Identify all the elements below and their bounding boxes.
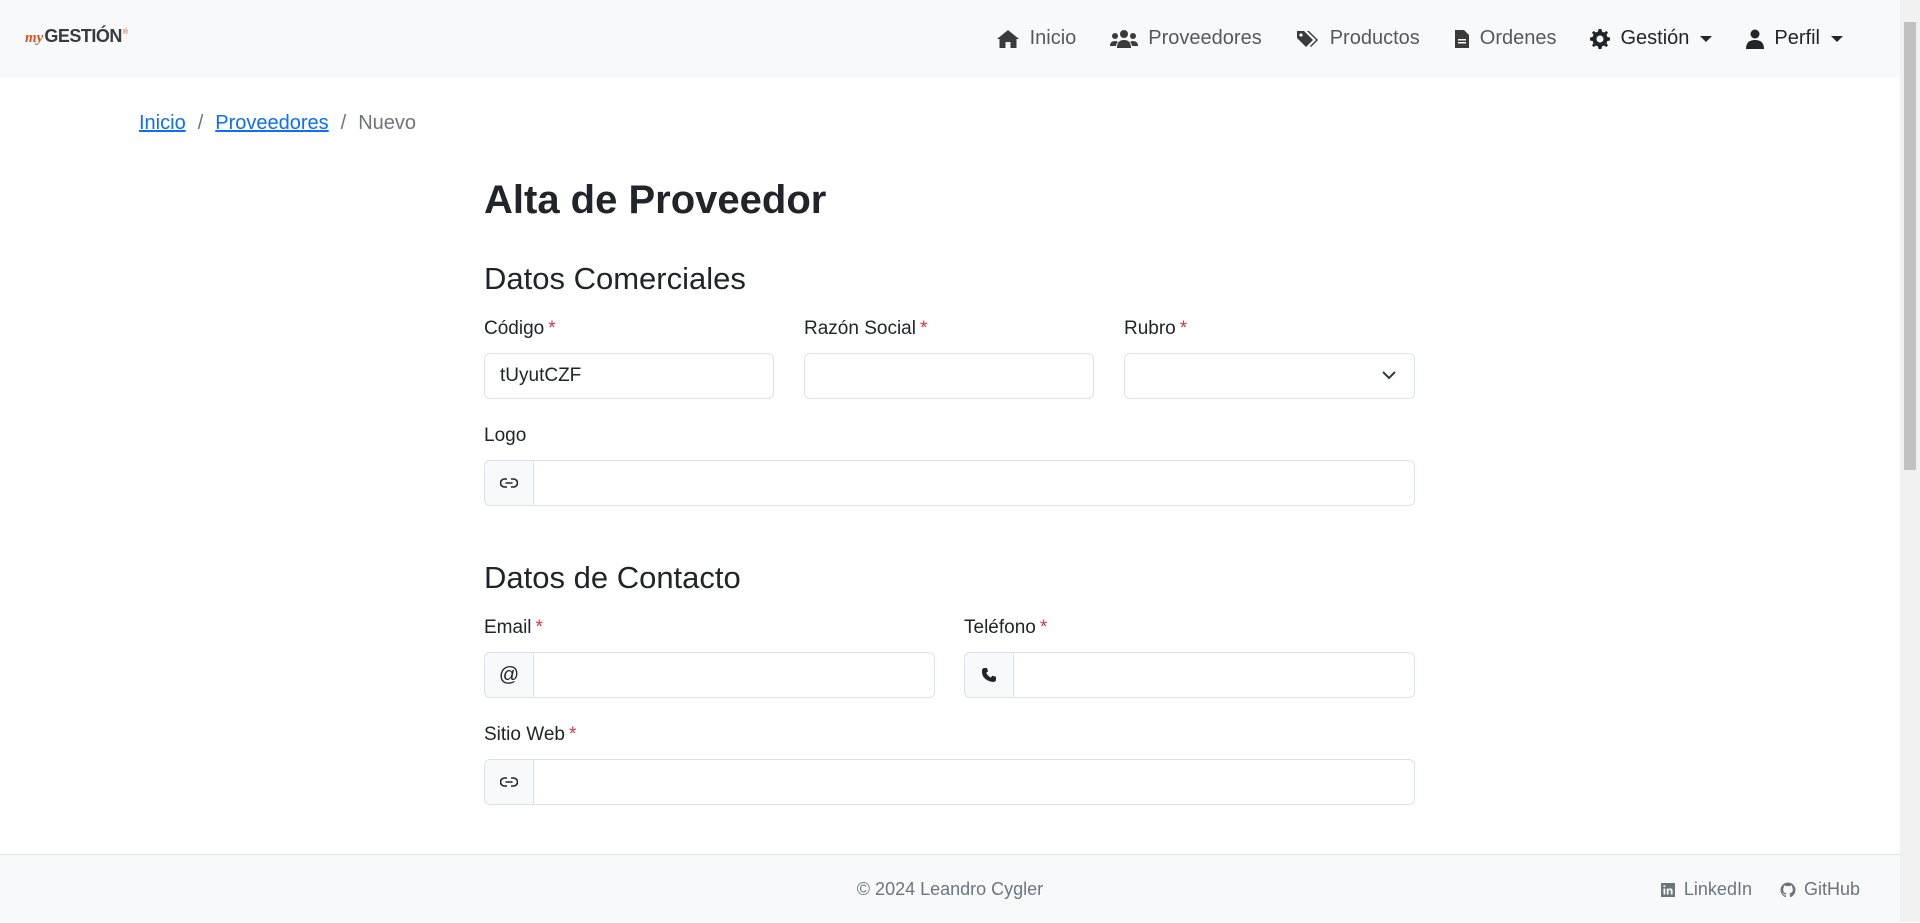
breadcrumb: Inicio / Proveedores / Nuevo [139, 112, 416, 135]
email-label: Email * [484, 617, 543, 639]
breadcrumb-proveedores-link[interactable]: Proveedores [215, 112, 328, 135]
vertical-scrollbar[interactable] [1900, 0, 1920, 922]
brand-registered: ® [122, 29, 129, 36]
razon-social-input[interactable] [804, 353, 1094, 399]
link-icon [484, 460, 534, 506]
document-icon [1454, 29, 1469, 48]
logo-label: Logo [484, 425, 526, 447]
telefono-input-group [964, 652, 1415, 698]
codigo-input[interactable]: tUyutCZF [484, 353, 774, 399]
phone-icon [964, 652, 1014, 698]
scrollbar-thumb[interactable] [1904, 22, 1916, 470]
footer-linkedin-label: LinkedIn [1683, 879, 1752, 899]
sitio-web-label: Sitio Web * [484, 724, 576, 746]
telefono-label: Teléfono * [964, 617, 1047, 639]
link-icon [484, 759, 534, 805]
section-heading-contacto: Datos de Contacto [484, 560, 741, 595]
footer-link-github[interactable]: GitHub [1780, 879, 1860, 900]
nav-item-proveedores[interactable]: Proveedores [1093, 0, 1278, 77]
nav-label-productos: Productos [1329, 27, 1420, 49]
telefono-input[interactable] [1014, 652, 1415, 698]
required-mark: * [568, 724, 577, 745]
nav-label-gestion: Gestión [1620, 27, 1690, 49]
nav-label-perfil: Perfil [1774, 27, 1820, 49]
at-sign-icon: @ [484, 652, 534, 698]
required-mark: * [1179, 318, 1188, 339]
nav-item-productos[interactable]: Productos [1279, 0, 1437, 77]
footer-copyright: © 2024 Leandro Cygler [856, 879, 1044, 899]
sitio-web-label-text: Sitio Web [484, 724, 565, 745]
brand-my: my [25, 30, 44, 46]
telefono-label-text: Teléfono [964, 617, 1036, 638]
nav-item-perfil[interactable]: Perfil [1729, 0, 1860, 77]
logo-input[interactable] [534, 460, 1415, 506]
home-icon [996, 29, 1019, 48]
nav-item-ordenes[interactable]: Ordenes [1437, 0, 1574, 77]
section-heading-comercial: Datos Comerciales [484, 261, 746, 296]
breadcrumb-current: Nuevo [358, 112, 417, 134]
codigo-label-text: Código [484, 318, 545, 339]
github-icon [1780, 882, 1796, 897]
page-title: Alta de Proveedor [484, 178, 827, 222]
required-mark: * [919, 318, 928, 339]
breadcrumb-separator: / [197, 112, 204, 134]
footer-github-label: GitHub [1803, 879, 1860, 899]
tags-icon [1296, 30, 1318, 47]
razon-social-label-text: Razón Social [804, 318, 916, 339]
nav-item-gestion[interactable]: Gestión [1573, 0, 1729, 77]
nav-label-inicio: Inicio [1029, 27, 1077, 49]
footer-link-linkedin[interactable]: LinkedIn [1660, 879, 1752, 900]
rubro-select[interactable] [1124, 353, 1415, 399]
codigo-label: Código * [484, 318, 556, 340]
sitio-web-input[interactable] [534, 759, 1415, 805]
logo-input-group [484, 460, 1415, 506]
nav-label-ordenes: Ordenes [1479, 27, 1557, 49]
brand-name: GESTIÓN [44, 26, 122, 46]
nav-label-proveedores: Proveedores [1148, 27, 1262, 49]
chevron-down-icon [1700, 35, 1713, 42]
nav-menu: Inicio Proveedores Productos Ordenes Ges… [979, 0, 1860, 77]
required-mark: * [535, 617, 543, 638]
nav-item-inicio[interactable]: Inicio [979, 0, 1094, 77]
email-input-group: @ [484, 652, 935, 698]
breadcrumb-inicio-link[interactable]: Inicio [139, 112, 186, 135]
codigo-value: tUyutCZF [500, 365, 582, 386]
brand-logo[interactable]: my GESTIÓN ® [25, 26, 128, 47]
logo-label-text: Logo [484, 425, 527, 446]
email-input[interactable] [534, 652, 935, 698]
linkedin-icon [1660, 882, 1675, 897]
rubro-label-text: Rubro [1124, 318, 1176, 339]
footer-links: LinkedIn GitHub [1632, 879, 1860, 900]
required-mark: * [1039, 617, 1048, 638]
chevron-down-icon [1382, 371, 1396, 380]
footer: © 2024 Leandro Cygler LinkedIn GitHub [0, 854, 1900, 923]
required-mark: * [548, 318, 556, 339]
razon-social-label: Razón Social * [804, 318, 927, 340]
breadcrumb-separator: / [340, 112, 347, 134]
navbar: my GESTIÓN ® Inicio Proveedores Producto… [0, 0, 1900, 77]
gear-icon [1590, 28, 1611, 49]
sitio-web-input-group [484, 759, 1415, 805]
chevron-down-icon [1831, 35, 1843, 42]
email-label-text: Email [484, 617, 532, 638]
rubro-label: Rubro * [1124, 318, 1187, 340]
users-icon [1110, 29, 1139, 48]
user-icon [1746, 29, 1765, 49]
